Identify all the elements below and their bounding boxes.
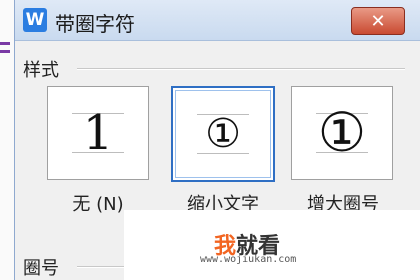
background-decoration: [0, 42, 10, 45]
background-decoration: [0, 50, 10, 53]
title-bar[interactable]: W 带圈字符 ✕: [15, 0, 420, 41]
wps-app-icon: W: [23, 8, 47, 32]
circle-group-label: 圈号: [23, 258, 59, 279]
close-button[interactable]: ✕: [351, 7, 405, 35]
style-preview: ①: [310, 101, 374, 165]
style-preview: ①: [191, 102, 255, 166]
style-group-label: 样式: [23, 60, 59, 81]
watermark-url: www.wojiukan.com: [200, 254, 297, 265]
preview-glyph: ①: [205, 111, 241, 157]
style-option-enlarge-circle[interactable]: ①: [291, 86, 393, 180]
style-preview: 1: [66, 101, 130, 165]
preview-glyph: ①: [317, 101, 367, 164]
dialog-title: 带圈字符: [55, 12, 135, 36]
style-option-none[interactable]: 1: [47, 86, 149, 180]
close-icon: ✕: [370, 10, 386, 32]
style-option-shrink-text[interactable]: ①: [171, 86, 275, 182]
watermark-overlay: 我就看 www.wojiukan.com: [124, 210, 420, 280]
style-group-divider: [77, 68, 405, 70]
preview-glyph: 1: [82, 105, 114, 161]
